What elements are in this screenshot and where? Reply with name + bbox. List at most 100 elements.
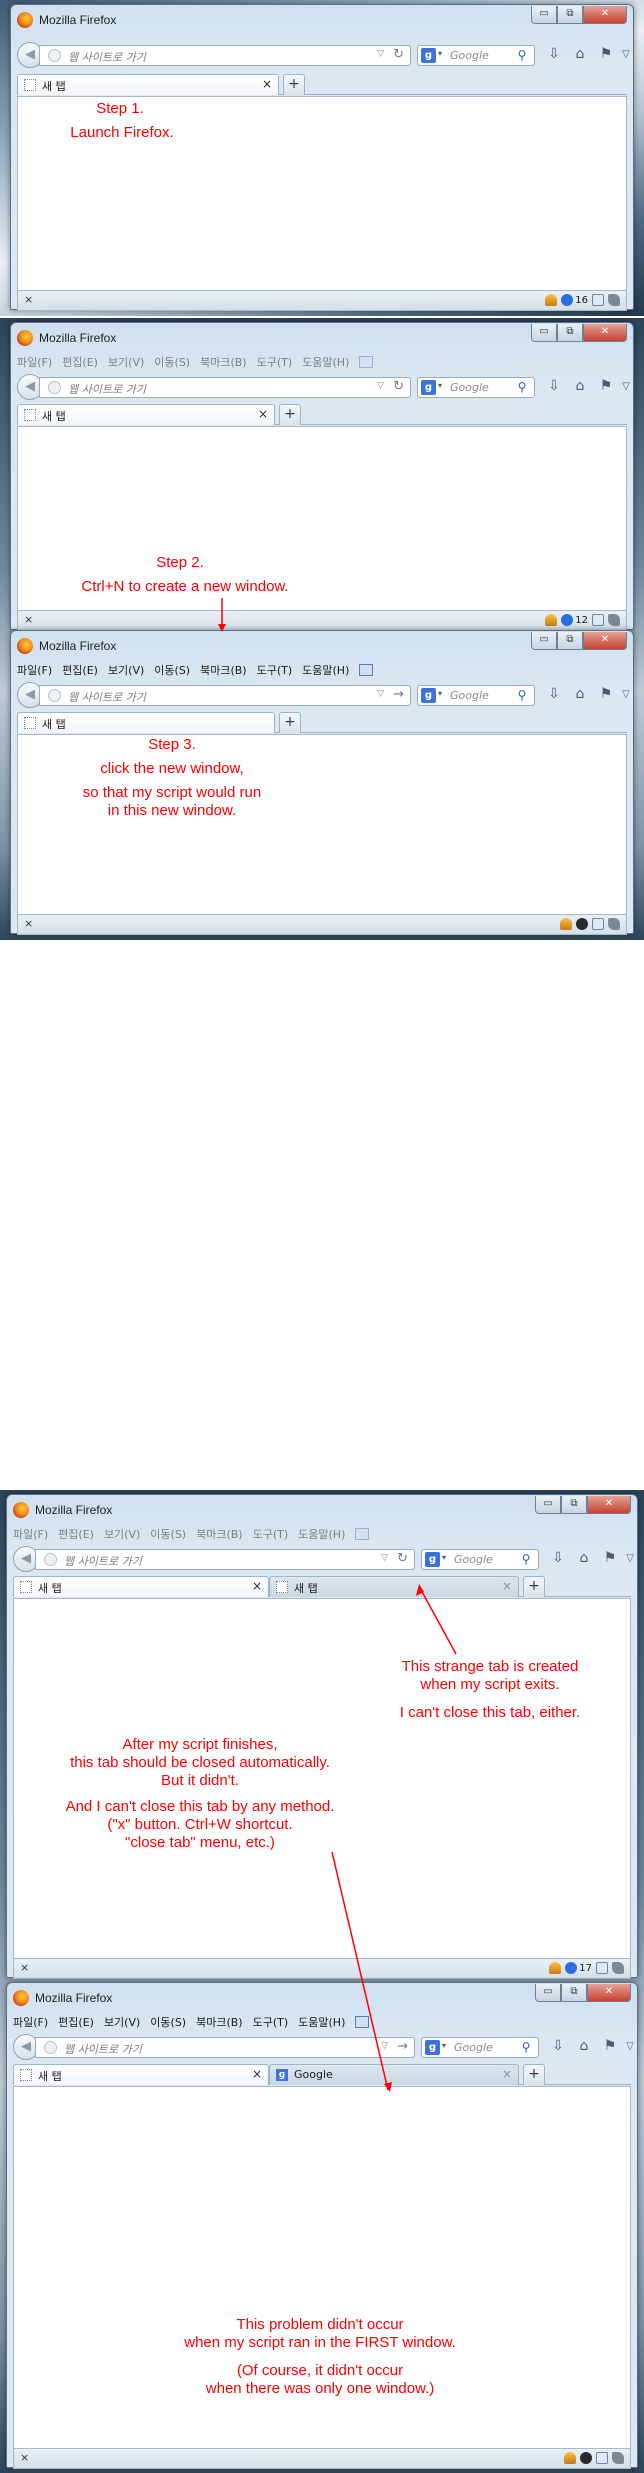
menu-edit[interactable]: 편집(E) <box>62 354 98 370</box>
bookmarks-toolbar-icon[interactable] <box>355 2016 370 2028</box>
new-tab-button[interactable]: + <box>279 712 301 733</box>
menu-dropdown-icon[interactable]: ▽ <box>625 2041 635 2052</box>
download-icon[interactable]: ⇩ <box>543 46 565 62</box>
close-button[interactable]: ✕ <box>583 632 627 650</box>
search-engine-dropdown-icon[interactable]: ▾ <box>438 49 442 58</box>
menu-dropdown-icon[interactable]: ▽ <box>621 689 631 700</box>
puzzle-icon[interactable] <box>612 2452 624 2464</box>
tab-close-button[interactable]: × <box>262 77 272 91</box>
tab-close-button[interactable]: × <box>502 1579 512 1593</box>
bookmarks-toolbar-icon[interactable] <box>355 1528 370 1540</box>
menu-dropdown-icon[interactable]: ▽ <box>625 1553 635 1564</box>
status-close-button[interactable]: × <box>24 613 33 626</box>
menu-view[interactable]: 보기(V) <box>108 662 144 678</box>
url-bar[interactable]: 웹 사이트로 가기 ▽ ↻ <box>39 45 411 66</box>
bookmark-icon[interactable]: ⚑ <box>595 686 617 702</box>
page-icon[interactable] <box>596 2452 608 2464</box>
page-icon[interactable] <box>592 918 604 930</box>
minimize-button[interactable]: ▭ <box>531 324 557 342</box>
menu-help[interactable]: 도움말(H) <box>298 2014 345 2030</box>
menu-file[interactable]: 파일(F) <box>17 354 52 370</box>
bookmark-icon[interactable]: ⚑ <box>595 46 617 62</box>
tab-close-button[interactable]: × <box>502 2067 512 2081</box>
menu-tools[interactable]: 도구(T) <box>257 354 293 370</box>
puzzle-icon[interactable] <box>608 614 620 626</box>
search-magnifier-icon[interactable]: ⚲ <box>514 379 530 395</box>
restore-button[interactable]: ⧉ <box>557 6 583 24</box>
search-engine-dropdown-icon[interactable]: ▾ <box>438 381 442 390</box>
reload-icon[interactable]: ↻ <box>393 379 404 394</box>
tab-google[interactable]: g Google × <box>269 2064 519 2085</box>
minimize-button[interactable]: ▭ <box>535 1984 561 2002</box>
restore-button[interactable]: ⧉ <box>557 632 583 650</box>
page-icon[interactable] <box>592 614 604 626</box>
search-bar[interactable]: g ▾ Google ⚲ <box>417 685 535 706</box>
menu-tools[interactable]: 도구(T) <box>257 662 293 678</box>
menu-bookmarks[interactable]: 북마크(B) <box>200 662 247 678</box>
puzzle-icon[interactable] <box>612 1962 624 1974</box>
tab-new-tab[interactable]: 새 탭 × <box>13 1576 269 1597</box>
bookmark-icon[interactable]: ⚑ <box>599 2038 621 2054</box>
search-engine-icon[interactable]: g <box>421 380 436 395</box>
url-bar[interactable]: 웹 사이트로 가기 ▽ → <box>39 685 411 706</box>
menu-file[interactable]: 파일(F) <box>13 1526 48 1542</box>
menu-help[interactable]: 도움말(H) <box>302 662 349 678</box>
tab-close-button[interactable]: × <box>252 2067 262 2081</box>
bookmarks-toolbar-icon[interactable] <box>359 356 374 368</box>
menu-help[interactable]: 도움말(H) <box>298 1526 345 1542</box>
minimize-button[interactable]: ▭ <box>531 6 557 24</box>
menu-go[interactable]: 이동(S) <box>150 2014 186 2030</box>
bookmark-icon[interactable]: ⚑ <box>599 1550 621 1566</box>
menu-bookmarks[interactable]: 북마크(B) <box>200 354 247 370</box>
restore-button[interactable]: ⧉ <box>561 1496 587 1514</box>
search-bar[interactable]: g ▾ Google ⚲ <box>421 2037 539 2058</box>
menu-dropdown-icon[interactable]: ▽ <box>621 49 631 60</box>
url-dropdown-icon[interactable]: ▽ <box>381 2041 388 2051</box>
bubble-icon[interactable] <box>561 614 574 626</box>
search-engine-dropdown-icon[interactable]: ▾ <box>442 1553 446 1562</box>
menu-view[interactable]: 보기(V) <box>104 1526 140 1542</box>
close-button[interactable]: ✕ <box>583 6 627 24</box>
url-dropdown-icon[interactable]: ▽ <box>381 1553 388 1563</box>
bubble-icon[interactable] <box>565 1962 578 1974</box>
search-engine-icon[interactable]: g <box>425 1552 440 1567</box>
puzzle-icon[interactable] <box>608 294 620 306</box>
restore-button[interactable]: ⧉ <box>557 324 583 342</box>
menu-go[interactable]: 이동(S) <box>154 354 190 370</box>
flame-icon[interactable] <box>560 918 572 930</box>
url-bar[interactable]: 웹 사이트로 가기 ▽ ↻ <box>39 377 411 398</box>
search-bar[interactable]: g ▾ Google ⚲ <box>417 377 535 398</box>
tab-strange-new-tab[interactable]: 새 탭 × <box>269 1576 519 1597</box>
url-bar[interactable]: 웹 사이트로 가기 ▽ ↻ <box>35 1549 415 1570</box>
search-magnifier-icon[interactable]: ⚲ <box>514 47 530 63</box>
home-icon[interactable]: ⌂ <box>569 686 591 702</box>
url-dropdown-icon[interactable]: ▽ <box>377 689 384 699</box>
close-button[interactable]: ✕ <box>587 1496 631 1514</box>
tab-new-tab[interactable]: 새 탭 <box>17 712 275 733</box>
bookmarks-toolbar-icon[interactable] <box>359 664 374 676</box>
close-button[interactable]: ✕ <box>583 324 627 342</box>
menu-file[interactable]: 파일(F) <box>17 662 52 678</box>
page-icon[interactable] <box>592 294 604 306</box>
menu-bookmarks[interactable]: 북마크(B) <box>196 2014 243 2030</box>
tab-close-button[interactable]: × <box>252 1579 262 1593</box>
menu-tools[interactable]: 도구(T) <box>253 1526 289 1542</box>
search-engine-dropdown-icon[interactable]: ▾ <box>442 2041 446 2050</box>
download-icon[interactable]: ⇩ <box>543 378 565 394</box>
forward-arrow-icon[interactable]: → <box>397 2039 408 2054</box>
home-icon[interactable]: ⌂ <box>573 2038 595 2054</box>
menu-bookmarks[interactable]: 북마크(B) <box>196 1526 243 1542</box>
menu-go[interactable]: 이동(S) <box>154 662 190 678</box>
menu-view[interactable]: 보기(V) <box>108 354 144 370</box>
reload-icon[interactable]: ↻ <box>397 1551 408 1566</box>
search-magnifier-icon[interactable]: ⚲ <box>514 687 530 703</box>
search-magnifier-icon[interactable]: ⚲ <box>518 2039 534 2055</box>
tab-new-tab[interactable]: 새 탭 × <box>13 2064 269 2085</box>
status-close-button[interactable]: × <box>24 917 33 930</box>
search-engine-icon[interactable]: g <box>421 48 436 63</box>
status-close-button[interactable]: × <box>24 293 33 306</box>
search-engine-icon[interactable]: g <box>421 688 436 703</box>
tab-close-button[interactable]: × <box>258 407 268 421</box>
menu-edit[interactable]: 편집(E) <box>58 1526 94 1542</box>
page-icon[interactable] <box>596 1962 608 1974</box>
